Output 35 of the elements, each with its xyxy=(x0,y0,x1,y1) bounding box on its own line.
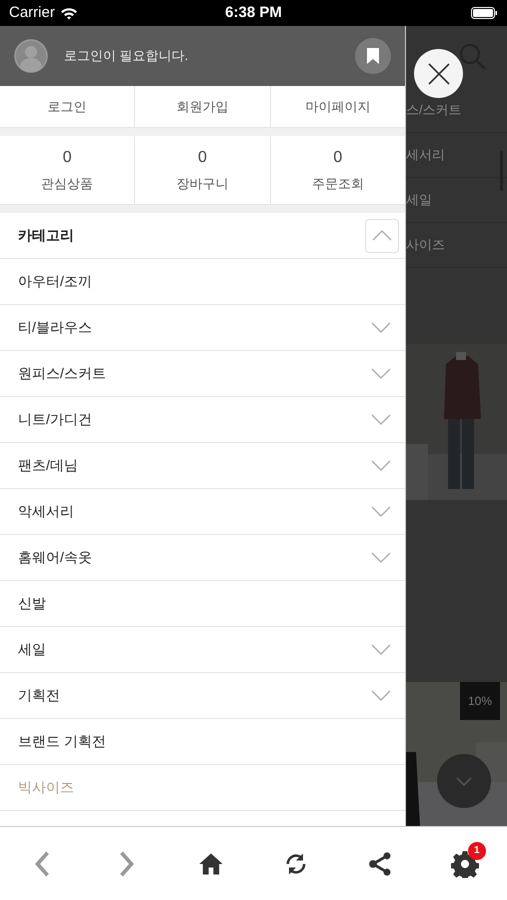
category-item[interactable]: 티/블라우스 xyxy=(0,305,405,351)
status-time: 6:38 PM xyxy=(225,2,282,23)
category-item[interactable]: 신발 xyxy=(0,581,405,627)
account-link[interactable]: 회원가입 xyxy=(134,86,270,127)
category-item[interactable]: 악세서리 xyxy=(0,489,405,535)
category-item[interactable]: 브랜드 기획전 xyxy=(0,719,405,765)
carrier-label: Carrier xyxy=(9,2,55,23)
counter-button[interactable]: 0 관심상품 xyxy=(0,136,134,204)
category-item[interactable]: 아우터/조끼 xyxy=(0,259,405,305)
close-button[interactable] xyxy=(414,49,463,98)
bookmark-button[interactable] xyxy=(355,38,391,74)
avatar-icon xyxy=(14,39,48,73)
back-icon xyxy=(34,850,50,878)
search-icon xyxy=(458,42,488,72)
counter-button[interactable]: 0 주문조회 xyxy=(270,136,405,204)
category-item[interactable]: 원피스/스커트 xyxy=(0,351,405,397)
login-message: 로그인이 필요합니다. xyxy=(64,47,188,66)
forward-icon xyxy=(119,850,134,878)
category-item[interactable]: 팬츠/데님 xyxy=(0,443,405,489)
bookmark-icon xyxy=(367,48,379,64)
category-item[interactable]: 세일 xyxy=(0,627,405,673)
account-link[interactable]: 마이페이지 xyxy=(270,86,405,127)
account-link[interactable]: 로그인 xyxy=(0,86,134,127)
chevron-down-icon xyxy=(456,776,472,786)
category-item[interactable]: 니트/가디건 xyxy=(0,397,405,443)
close-icon xyxy=(428,62,450,84)
category-item[interactable]: 홈웨어/속옷 xyxy=(0,535,405,581)
notification-badge: 1 xyxy=(468,842,486,860)
battery-icon xyxy=(471,7,498,19)
category-title: 카테고리 xyxy=(18,226,74,245)
category-item[interactable]: 기획전 xyxy=(0,673,405,719)
chevron-up-icon xyxy=(372,230,392,241)
wifi-icon xyxy=(60,6,78,20)
counter-button[interactable]: 0 장바구니 xyxy=(134,136,270,204)
discount-badge: 10% xyxy=(460,682,500,720)
